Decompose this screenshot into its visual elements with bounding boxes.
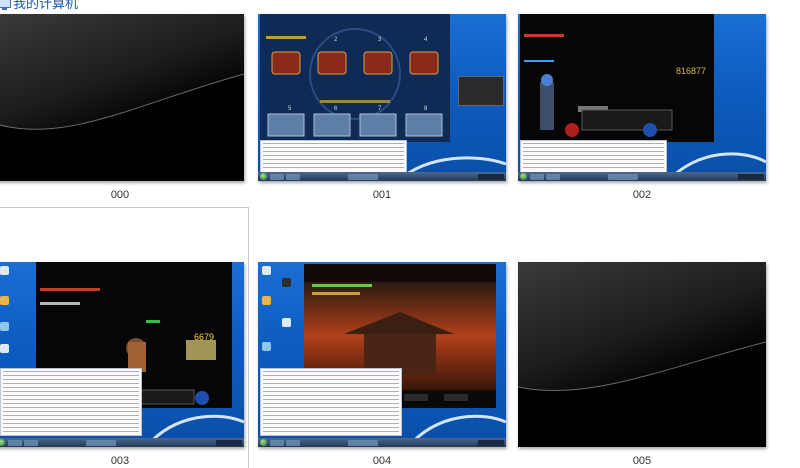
text-window (520, 140, 667, 174)
desktop-icon[interactable] (282, 278, 291, 287)
taskbar (0, 438, 244, 447)
taskbar (258, 172, 506, 181)
breadcrumb-title: 我的计算机 (13, 0, 79, 11)
desktop-icon[interactable] (262, 266, 271, 275)
thumbnail-caption: 001 (372, 189, 392, 201)
desktop-swoosh (518, 341, 766, 447)
desktop-swoosh (0, 73, 244, 181)
game-window: 2 3 4 5 6 7 8 (260, 14, 450, 142)
desktop-icon[interactable] (0, 296, 9, 305)
thumbnail-001[interactable]: 2 3 4 5 6 7 8 (258, 14, 506, 181)
thumbnail-005[interactable] (518, 262, 766, 447)
game-window: 816877 (520, 14, 714, 142)
desktop-icon[interactable] (262, 342, 271, 351)
thumbnail-caption: 005 (632, 455, 652, 467)
desktop-icon[interactable] (0, 344, 9, 353)
thumbnail-caption: 002 (632, 189, 652, 201)
start-orb-icon (260, 439, 267, 446)
start-orb-icon (260, 173, 267, 180)
computer-icon (0, 0, 11, 10)
text-window (0, 368, 142, 436)
start-orb-icon (0, 439, 5, 446)
desktop-icon[interactable] (282, 318, 291, 327)
thumbnail-004[interactable] (258, 262, 506, 447)
thumbnail-caption: 003 (110, 455, 130, 467)
thumbnail-003[interactable]: 6679 (0, 262, 244, 447)
start-orb-icon (520, 173, 527, 180)
battle-scene: 816877 (520, 14, 714, 142)
desktop-icon[interactable] (262, 296, 271, 305)
thumbnail-caption: 000 (110, 189, 130, 201)
desktop-icon[interactable] (0, 322, 9, 331)
svg-text:816877: 816877 (676, 66, 706, 76)
reward-chests: 2 3 4 5 6 7 8 (260, 14, 450, 142)
thumbnail-caption: 004 (372, 455, 392, 467)
taskbar (258, 438, 506, 447)
thumbnail-002[interactable]: 816877 (518, 14, 766, 181)
desktop-icon[interactable] (0, 266, 9, 275)
svg-text:6679: 6679 (194, 332, 214, 342)
text-window (260, 140, 407, 174)
thumbnail-000[interactable] (0, 14, 244, 181)
taskbar (518, 172, 766, 181)
text-window (260, 368, 402, 436)
breadcrumb[interactable]: 我的计算机 (0, 0, 79, 11)
side-popup (458, 76, 504, 106)
